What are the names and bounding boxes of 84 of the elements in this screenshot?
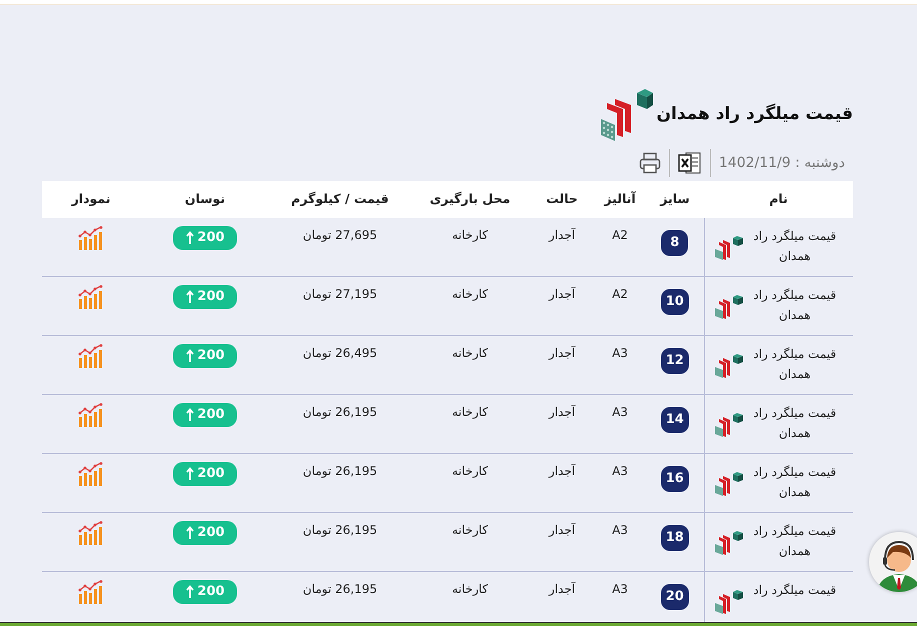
chart-icon[interactable] xyxy=(77,403,105,427)
column-header: سایز xyxy=(660,191,690,206)
change-badge: 200 xyxy=(173,580,237,604)
size-badge: 16 xyxy=(660,466,689,492)
column-header: حالت xyxy=(546,191,578,206)
price-text: 26,495 تومان xyxy=(302,346,378,360)
change-badge: 200 xyxy=(173,403,237,426)
product-name[interactable]: قیمت میلگرد راد xyxy=(747,580,842,600)
product-name[interactable]: قیمت میلگرد راد همدان xyxy=(747,462,842,502)
arrow-icon xyxy=(185,230,196,245)
state-text: آجدار xyxy=(548,582,576,596)
product-icon xyxy=(715,531,744,555)
chart-icon[interactable] xyxy=(77,285,105,309)
state-text: آجدار xyxy=(548,405,576,419)
excel-icon[interactable] xyxy=(678,151,702,175)
price-text: 26,195 تومان xyxy=(302,405,378,419)
state-text: آجدار xyxy=(548,287,576,301)
change-badge: 200 xyxy=(173,462,237,486)
analysis-text: A3 xyxy=(612,523,628,537)
column-header: قیمت / کیلوگرم xyxy=(291,191,389,206)
product-name[interactable]: قیمت میلگرد راد همدان xyxy=(747,344,842,384)
column-header: آنالیز xyxy=(604,191,636,206)
change-badge: 200 xyxy=(173,226,237,250)
size-badge: 12 xyxy=(660,348,689,374)
price-text: 26,195 تومان xyxy=(302,464,378,478)
print-icon[interactable] xyxy=(638,152,661,174)
column-header: محل بارگیری xyxy=(430,191,510,206)
state-text: آجدار xyxy=(548,346,576,360)
location-text: کارخانه xyxy=(452,582,488,596)
product-name[interactable]: قیمت میلگرد راد همدان xyxy=(747,521,842,561)
chart-icon[interactable] xyxy=(77,462,105,486)
chart-icon[interactable] xyxy=(77,344,105,368)
size-badge: 10 xyxy=(660,289,689,314)
product-icon xyxy=(715,295,744,319)
column-header: نمودار xyxy=(72,191,110,206)
price-text: 26,195 تومان xyxy=(302,582,378,596)
state-text: آجدار xyxy=(548,523,576,537)
size-badge: 20 xyxy=(660,584,689,610)
analysis-text: A3 xyxy=(612,582,628,596)
product-icon xyxy=(715,472,744,496)
arrow-icon xyxy=(185,290,196,304)
location-text: کارخانه xyxy=(452,405,488,419)
analysis-text: A3 xyxy=(612,405,628,419)
product-name[interactable]: قیمت میلگرد راد همدان xyxy=(747,226,842,266)
analysis-text: A3 xyxy=(612,346,628,360)
arrow-icon xyxy=(185,348,196,363)
analysis-text: A3 xyxy=(612,464,628,478)
size-badge: 8 xyxy=(661,230,688,256)
location-text: کارخانه xyxy=(452,523,488,537)
page-title: قیمت میلگرد راد همدان xyxy=(656,102,853,126)
location-text: کارخانه xyxy=(452,346,488,360)
location-text: کارخانه xyxy=(452,287,488,301)
state-text: آجدار xyxy=(548,228,576,242)
state-text: آجدار xyxy=(548,464,576,478)
price-text: 26,195 تومان xyxy=(302,523,378,537)
logo-icon xyxy=(600,89,652,141)
product-icon xyxy=(715,354,744,378)
column-header: نام xyxy=(769,191,788,206)
arrow-icon xyxy=(185,584,196,599)
product-name[interactable]: قیمت میلگرد راد همدان xyxy=(747,403,842,443)
analysis-text: A2 xyxy=(612,228,628,242)
size-badge: 18 xyxy=(660,525,689,550)
chart-icon[interactable] xyxy=(77,226,105,250)
column-header: نوسان xyxy=(184,191,226,206)
size-badge: 14 xyxy=(660,407,689,432)
arrow-icon xyxy=(185,466,196,481)
analysis-text: A2 xyxy=(612,287,628,301)
price-text: 27,695 تومان xyxy=(302,228,378,242)
change-badge: 200 xyxy=(173,344,237,368)
product-name[interactable]: قیمت میلگرد راد همدان xyxy=(747,285,842,325)
product-icon xyxy=(715,236,744,260)
arrow-icon xyxy=(185,526,196,540)
date-text: دوشنبه : 1402/11/9 xyxy=(718,154,845,172)
location-text: کارخانه xyxy=(452,464,488,478)
support-avatar[interactable] xyxy=(869,532,917,592)
price-text: 27,195 تومان xyxy=(302,287,378,301)
chart-icon[interactable] xyxy=(77,580,105,604)
change-badge: 200 xyxy=(173,285,237,308)
product-icon xyxy=(715,590,744,614)
arrow-icon xyxy=(185,408,196,422)
product-icon xyxy=(715,413,744,437)
chart-icon[interactable] xyxy=(77,521,105,545)
location-text: کارخانه xyxy=(452,228,488,242)
change-badge: 200 xyxy=(173,521,237,544)
